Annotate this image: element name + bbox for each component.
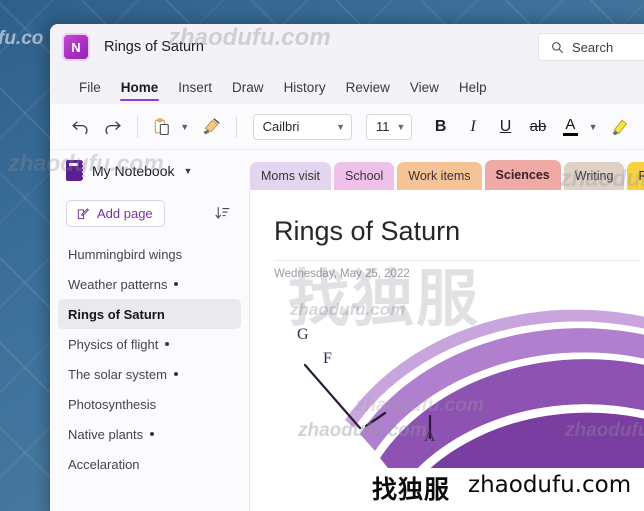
redo-icon bbox=[105, 121, 121, 135]
sidebar-header: Add page bbox=[50, 190, 249, 235]
onenote-window: N Rings of Saturn Search File Home Inser… bbox=[50, 24, 644, 511]
add-page-button[interactable]: Add page bbox=[66, 200, 165, 227]
ring-label-g: G bbox=[297, 326, 309, 343]
bold-button[interactable]: B bbox=[426, 112, 454, 142]
page-item-label: The solar system bbox=[68, 366, 167, 382]
page-item-label: Weather patterns bbox=[68, 276, 168, 292]
highlight-button[interactable] bbox=[606, 112, 634, 142]
undo-icon bbox=[72, 121, 88, 135]
page-date[interactable]: Wednesday, May 25, 2022 bbox=[250, 261, 644, 280]
menu-item-insert[interactable]: Insert bbox=[169, 76, 221, 98]
saturn-rings-svg bbox=[303, 309, 644, 468]
italic-button[interactable]: I bbox=[459, 112, 487, 142]
font-size-value: 11 bbox=[376, 119, 390, 134]
underline-button[interactable]: U bbox=[491, 112, 519, 142]
window-title: Rings of Saturn bbox=[104, 39, 204, 55]
menu-item-review[interactable]: Review bbox=[337, 76, 399, 98]
main-body: Add page Hummingbird wings Weather patte… bbox=[50, 190, 644, 511]
sort-pages-button[interactable] bbox=[214, 205, 231, 222]
font-family-select[interactable]: Cailbri ▼ bbox=[252, 113, 353, 140]
page-list-item-rings-of-saturn[interactable]: Rings of Saturn bbox=[58, 299, 241, 329]
notebook-bar: My Notebook ▼ Moms visit School Work ite… bbox=[50, 150, 644, 190]
font-color-swatch bbox=[562, 133, 578, 136]
font-size-select[interactable]: 11 ▼ bbox=[366, 113, 413, 140]
font-color-letter: A bbox=[565, 116, 576, 133]
menu-item-file[interactable]: File bbox=[70, 76, 110, 98]
section-tab-school[interactable]: School bbox=[334, 162, 395, 190]
notebook-icon bbox=[66, 160, 85, 181]
page-title[interactable]: Rings of Saturn bbox=[250, 190, 644, 247]
section-tab-moms-visit[interactable]: Moms visit bbox=[250, 162, 332, 190]
font-color-chevron-down-icon[interactable]: ▼ bbox=[585, 122, 602, 132]
page-item-label: Physics of flight bbox=[68, 336, 159, 352]
redo-button[interactable] bbox=[98, 112, 126, 142]
section-tab-writing[interactable]: Writing bbox=[563, 162, 625, 190]
page-list-item-native-plants[interactable]: Native plants bbox=[58, 419, 241, 449]
paste-chevron-down-icon[interactable]: ▼ bbox=[176, 122, 193, 132]
add-page-label: Add page bbox=[97, 206, 153, 221]
menu-item-history[interactable]: History bbox=[275, 76, 335, 98]
font-color-icon: A bbox=[562, 116, 578, 136]
ring-label-f: F bbox=[323, 350, 332, 367]
toolbar-divider-2 bbox=[235, 115, 237, 138]
toolbar-divider-1 bbox=[136, 115, 138, 138]
menu-bar: File Home Insert Draw History Review Vie… bbox=[50, 70, 644, 104]
section-tab-sciences[interactable]: Sciences bbox=[484, 160, 561, 190]
page-list-item-weather-patterns[interactable]: Weather patterns bbox=[58, 269, 241, 299]
page-list-item-hummingbird-wings[interactable]: Hummingbird wings bbox=[58, 239, 241, 269]
highlighter-icon bbox=[612, 119, 628, 136]
format-painter-icon bbox=[203, 118, 220, 135]
page-sidebar: Add page Hummingbird wings Weather patte… bbox=[50, 190, 250, 511]
onenote-logo-letter: N bbox=[71, 39, 81, 55]
strikethrough-button[interactable]: ab bbox=[524, 112, 552, 142]
paste-icon bbox=[154, 117, 169, 135]
page-list-item-physics-of-flight[interactable]: Physics of flight bbox=[58, 329, 241, 359]
font-family-value: Cailbri bbox=[262, 119, 300, 134]
undo-button[interactable] bbox=[66, 112, 94, 142]
onenote-logo-icon: N bbox=[64, 35, 88, 59]
section-tab-rec[interactable]: Rec bbox=[627, 162, 644, 190]
format-painter-button[interactable] bbox=[197, 112, 225, 142]
page-item-label: Photosynthesis bbox=[68, 396, 157, 412]
unread-dot-icon bbox=[165, 342, 170, 346]
font-size-chevron-down-icon: ▼ bbox=[396, 121, 406, 132]
notebook-chevron-down-icon: ▼ bbox=[183, 165, 193, 176]
page-list-item-the-solar-system[interactable]: The solar system bbox=[58, 359, 241, 389]
section-tab-work-items[interactable]: Work items bbox=[397, 162, 482, 190]
notebook-name: My Notebook bbox=[92, 162, 175, 179]
page-item-label: Accelaration bbox=[68, 456, 140, 472]
menu-item-draw[interactable]: Draw bbox=[223, 76, 273, 98]
page-item-label: Hummingbird wings bbox=[68, 246, 183, 262]
title-bar: N Rings of Saturn Search bbox=[50, 24, 644, 70]
ring-label-a: A bbox=[424, 428, 436, 445]
page-item-label: Native plants bbox=[68, 426, 144, 442]
paste-button[interactable] bbox=[148, 112, 176, 142]
search-box[interactable]: Search bbox=[538, 33, 644, 61]
search-icon bbox=[552, 41, 564, 53]
menu-item-view[interactable]: View bbox=[401, 76, 448, 98]
saturn-rings-diagram: G F A bbox=[250, 308, 644, 468]
page-list-item-photosynthesis[interactable]: Photosynthesis bbox=[58, 389, 241, 419]
font-family-chevron-down-icon: ▼ bbox=[336, 121, 346, 132]
notebook-selector[interactable]: My Notebook ▼ bbox=[50, 160, 250, 190]
unread-dot-icon bbox=[173, 372, 178, 376]
page-canvas[interactable]: Rings of Saturn Wednesday, May 25, 2022 bbox=[250, 190, 644, 511]
font-color-button[interactable]: A bbox=[556, 112, 584, 142]
edit-page-icon bbox=[77, 207, 89, 219]
unread-dot-icon bbox=[150, 432, 155, 436]
watermark-partial-left: fu.co bbox=[0, 28, 44, 49]
sort-descending-icon bbox=[215, 206, 230, 219]
section-tab-list: Moms visit School Work items Sciences Wr… bbox=[250, 160, 644, 190]
page-item-label: Rings of Saturn bbox=[68, 306, 165, 322]
menu-item-home[interactable]: Home bbox=[112, 76, 168, 101]
page-list-item-accelaration[interactable]: Accelaration bbox=[58, 449, 241, 479]
unread-dot-icon bbox=[174, 282, 179, 286]
menu-item-help[interactable]: Help bbox=[450, 76, 496, 98]
page-list: Hummingbird wings Weather patterns Rings… bbox=[50, 235, 249, 479]
search-placeholder: Search bbox=[572, 39, 614, 55]
ribbon-toolbar: ▼ Cailbri ▼ 11 ▼ B I U ab A ▼ bbox=[50, 104, 644, 150]
